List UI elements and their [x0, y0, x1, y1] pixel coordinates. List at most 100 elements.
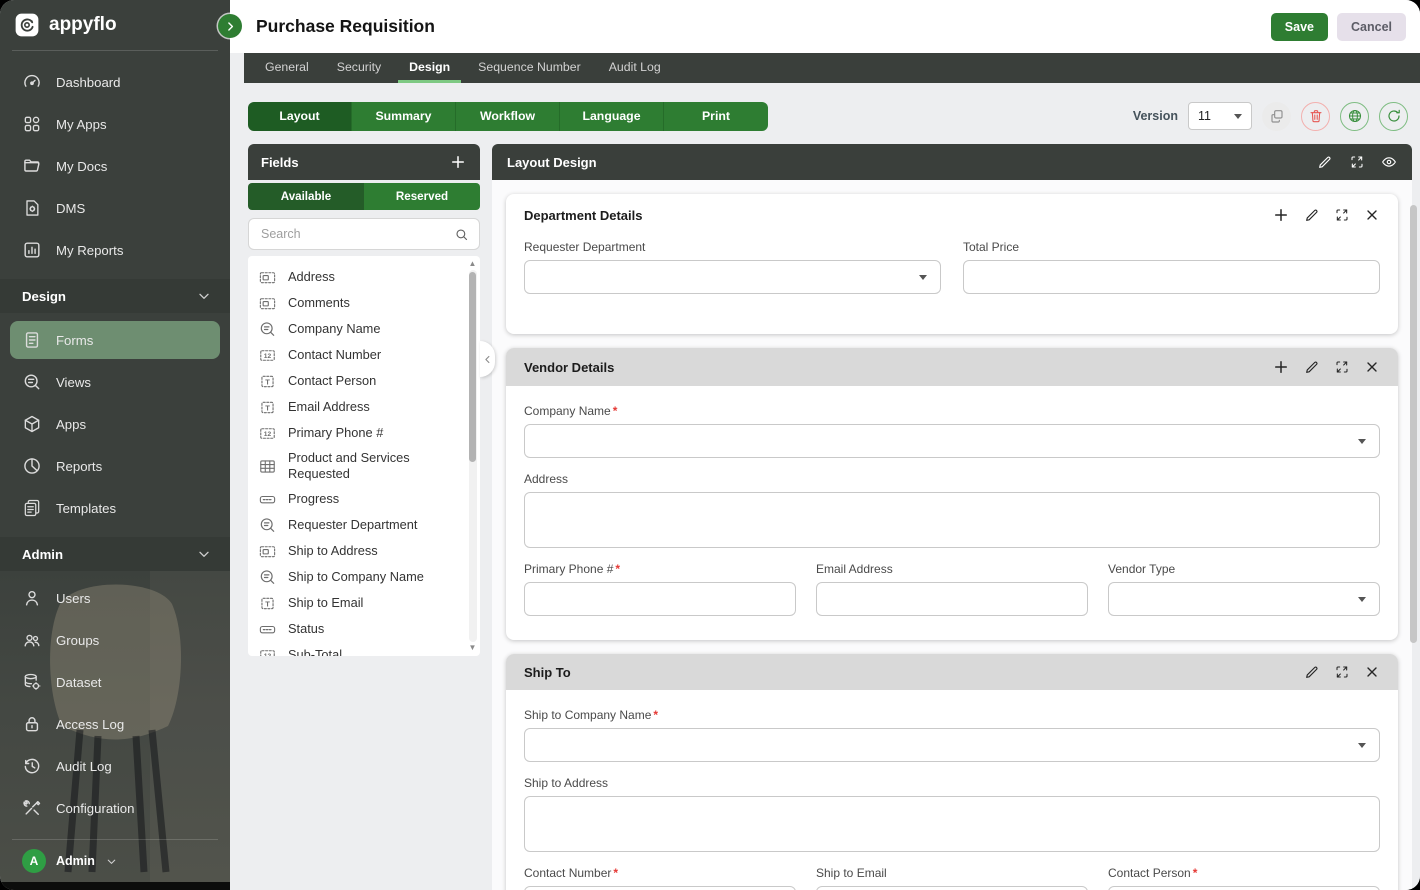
tab-general[interactable]: General [254, 53, 320, 83]
copy-version-button[interactable] [1262, 102, 1291, 131]
resize-icon[interactable] [1334, 207, 1350, 223]
sidebar-item-my-reports[interactable]: My Reports [0, 229, 230, 271]
sidebar-item-access-log[interactable]: Access Log [0, 703, 230, 745]
resize-icon[interactable] [1334, 664, 1350, 680]
sidebar-item-configuration[interactable]: Configuration [0, 787, 230, 829]
sidebar-item-apps[interactable]: Apps [0, 403, 230, 445]
tab-bar: GeneralSecurityDesignSequence NumberAudi… [244, 53, 1420, 83]
field-item-contact-person[interactable]: TContact Person [258, 368, 460, 394]
tab-audit-log[interactable]: Audit Log [598, 53, 672, 83]
sidebar-item-reports[interactable]: Reports [0, 445, 230, 487]
subtab-layout[interactable]: Layout [248, 102, 352, 131]
field-item-status[interactable]: Status [258, 616, 460, 642]
save-button[interactable]: Save [1271, 13, 1328, 41]
version-select[interactable]: 11 [1188, 102, 1252, 130]
contact-person-input[interactable] [1108, 886, 1380, 890]
field-label: Total Price [963, 240, 1380, 254]
section-actions [1304, 664, 1380, 680]
sidebar-item-groups[interactable]: Groups [0, 619, 230, 661]
ship-to-email-input[interactable] [816, 886, 1088, 890]
subtab-print[interactable]: Print [664, 102, 768, 131]
add-icon[interactable] [1272, 358, 1290, 376]
field-item-label: Company Name [288, 321, 380, 338]
sidebar-user[interactable]: A Admin [0, 840, 230, 882]
scroll-thumb[interactable] [469, 272, 476, 462]
section-title: Ship To [524, 665, 571, 680]
tab-sequence-number[interactable]: Sequence Number [467, 53, 592, 83]
form-row: Company Name* [524, 404, 1380, 458]
primary-phone-input[interactable] [524, 582, 796, 616]
close-icon[interactable] [1364, 664, 1380, 680]
add-icon[interactable] [1272, 206, 1290, 224]
field-item-primary-phone[interactable]: 12Primary Phone # [258, 420, 460, 446]
field-item-contact-number[interactable]: 12Contact Number [258, 342, 460, 368]
edit-icon[interactable] [1304, 359, 1320, 375]
email-address-input[interactable] [816, 582, 1088, 616]
refresh-button[interactable] [1379, 102, 1408, 131]
tab-security[interactable]: Security [326, 53, 392, 83]
tab-reserved[interactable]: Reserved [364, 183, 480, 210]
sidebar-item-users[interactable]: Users [0, 577, 230, 619]
main-scrollbar-thumb[interactable] [1410, 205, 1417, 643]
tab-design[interactable]: Design [398, 53, 461, 83]
ship-to-address-textarea[interactable] [524, 796, 1380, 852]
ship-to-company-name-select[interactable] [524, 728, 1380, 762]
sidebar-item-audit-log[interactable]: Audit Log [0, 745, 230, 787]
field-item-address[interactable]: Address [258, 264, 460, 290]
resize-icon[interactable] [1349, 154, 1365, 170]
field-item-product-and-services-requested[interactable]: Product and Services Requested [258, 446, 460, 486]
total-price-input[interactable] [963, 260, 1380, 294]
sidebar-item-templates[interactable]: Templates [0, 487, 230, 529]
field-item-ship-to-email[interactable]: TShip to Email [258, 590, 460, 616]
edit-icon[interactable] [1304, 664, 1320, 680]
sidebar-item-my-docs[interactable]: My Docs [0, 145, 230, 187]
sidebar-item-forms[interactable]: Forms [10, 321, 220, 359]
sidebar-item-my-apps[interactable]: My Apps [0, 103, 230, 145]
resize-icon[interactable] [1334, 359, 1350, 375]
add-field-icon[interactable] [449, 153, 467, 171]
delete-version-button[interactable] [1301, 102, 1330, 131]
chart-doc-icon [22, 240, 42, 260]
field-item-email-address[interactable]: TEmail Address [258, 394, 460, 420]
subtab-language[interactable]: Language [560, 102, 664, 131]
preview-eye-icon[interactable] [1381, 154, 1397, 170]
sidebar-item-views[interactable]: Views [0, 361, 230, 403]
publish-button[interactable] [1340, 102, 1369, 131]
sidebar-item-dataset[interactable]: Dataset [0, 661, 230, 703]
vendor-type-select[interactable] [1108, 582, 1380, 616]
scroll-down-icon[interactable]: ▼ [469, 643, 477, 653]
field-item-requester-department[interactable]: Requester Department [258, 512, 460, 538]
sidebar-section-design[interactable]: Design [0, 279, 230, 313]
fields-scrollbar[interactable]: ▲ ▼ [467, 259, 478, 653]
sidebar-collapse-button[interactable] [218, 14, 242, 38]
field-item-ship-to-company-name[interactable]: Ship to Company Name [258, 564, 460, 590]
contact-number-input[interactable] [524, 886, 796, 890]
edit-icon[interactable] [1304, 207, 1320, 223]
subtab-summary[interactable]: Summary [352, 102, 456, 131]
sidebar-item-dms[interactable]: DMS [0, 187, 230, 229]
field-item-ship-to-address[interactable]: Ship to Address [258, 538, 460, 564]
scroll-track[interactable] [469, 270, 477, 642]
field-item-comments[interactable]: Comments [258, 290, 460, 316]
tab-available[interactable]: Available [248, 183, 364, 210]
address-textarea[interactable] [524, 492, 1380, 548]
close-icon[interactable] [1364, 359, 1380, 375]
field-item-label: Ship to Address [288, 543, 378, 560]
field-table-icon [258, 457, 277, 476]
field-item-progress[interactable]: Progress [258, 486, 460, 512]
edit-icon[interactable] [1317, 154, 1333, 170]
search-input[interactable] [259, 226, 454, 242]
scroll-up-icon[interactable]: ▲ [469, 259, 477, 269]
field-item-company-name[interactable]: Company Name [258, 316, 460, 342]
content: LayoutSummaryWorkflowLanguagePrint Versi… [230, 83, 1420, 890]
field-item-sub-total[interactable]: 12Sub-Total [258, 642, 460, 656]
sidebar-item-dashboard[interactable]: Dashboard [0, 61, 230, 103]
sidebar-section-admin[interactable]: Admin [0, 537, 230, 571]
field-item-label: Sub-Total [288, 647, 342, 656]
close-icon[interactable] [1364, 207, 1380, 223]
cancel-button[interactable]: Cancel [1337, 13, 1406, 41]
subtab-workflow[interactable]: Workflow [456, 102, 560, 131]
company-name-select[interactable] [524, 424, 1380, 458]
requester-department-select[interactable] [524, 260, 941, 294]
section-body: Company Name*AddressPrimary Phone #*Emai… [506, 386, 1398, 640]
